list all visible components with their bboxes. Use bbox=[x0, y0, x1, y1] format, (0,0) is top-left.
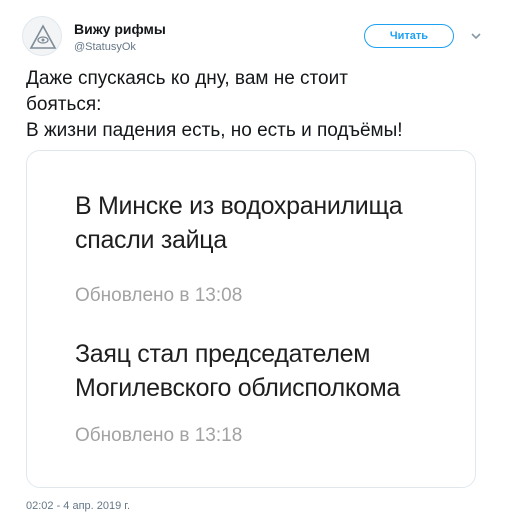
news-headline-line: В Минске из водохранилища bbox=[75, 192, 403, 220]
tweet-line: Даже спускаясь ко дну, вам не стоит bbox=[26, 68, 348, 89]
chevron-down-icon[interactable] bbox=[468, 28, 484, 44]
news-headline: В Минске из водохранилища спасли зайца bbox=[75, 189, 455, 257]
tweet-line: В жизни падения есть, но есть и подъёмы! bbox=[26, 120, 403, 141]
attached-image[interactable]: В Минске из водохранилища спасли зайца О… bbox=[26, 150, 476, 488]
news-headline: Заяц стал председателем Могилевского обл… bbox=[75, 337, 455, 405]
account-handle[interactable]: @StatusyOk bbox=[74, 41, 136, 53]
tweet-line: бояться: bbox=[26, 94, 102, 115]
news-headline-line: Заяц стал председателем bbox=[75, 340, 371, 368]
tweet-text: Даже спускаясь ко дну, вам не стоит боят… bbox=[26, 66, 486, 144]
news-updated-time: Обновлено в 13:18 bbox=[75, 425, 243, 446]
tweet-header: Вижу рифмы @StatusyOk Читать bbox=[22, 14, 492, 58]
tweet-timestamp[interactable]: 02:02 - 4 апр. 2019 г. bbox=[26, 500, 130, 512]
eye-pyramid-icon bbox=[29, 24, 57, 49]
avatar[interactable] bbox=[22, 16, 62, 56]
news-updated-time: Обновлено в 13:08 bbox=[75, 285, 243, 306]
follow-button[interactable]: Читать bbox=[364, 24, 454, 48]
news-headline-line: спасли зайца bbox=[75, 226, 227, 254]
account-name[interactable]: Вижу рифмы bbox=[74, 21, 166, 37]
news-headline-line: Могилевского облисполкома bbox=[75, 374, 400, 402]
